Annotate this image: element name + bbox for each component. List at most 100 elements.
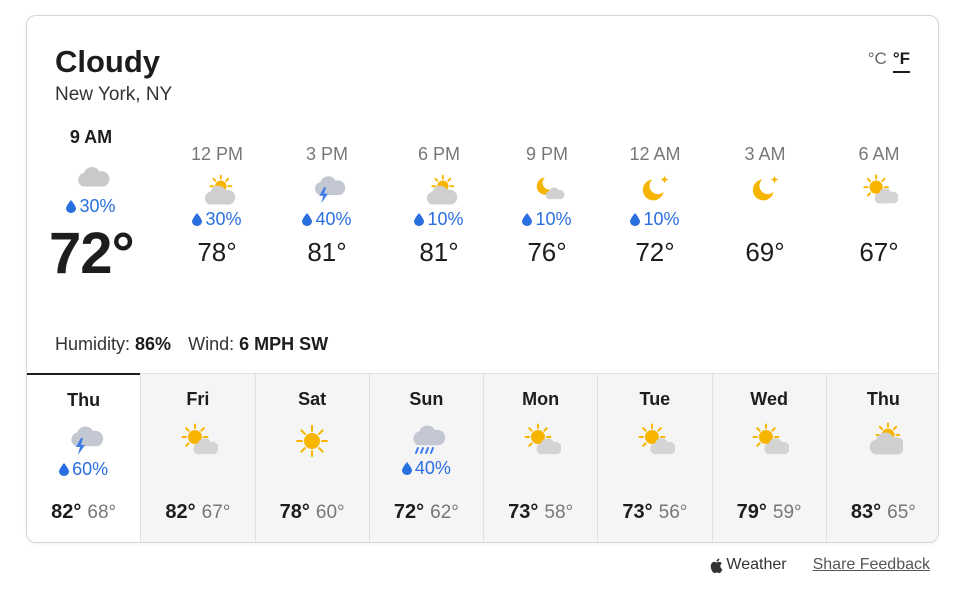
sun-icon <box>296 425 329 457</box>
precip-chance: 10% <box>391 209 487 231</box>
high-temp: 82° <box>51 501 82 523</box>
hour-temp: 81° <box>419 237 459 267</box>
sun-cloud-icon <box>524 423 561 455</box>
fahrenheit-toggle[interactable]: °F <box>892 49 910 73</box>
day-tab[interactable]: Fri 82° 67° <box>140 374 255 542</box>
high-temp: 72° <box>393 501 425 523</box>
high-low: 82° 68° <box>27 501 140 524</box>
footer: Weather Share Feedback <box>710 556 930 574</box>
humidity-value: 86% <box>135 334 172 354</box>
humidity-label: Humidity: <box>55 334 131 354</box>
day-name: Wed <box>750 389 788 409</box>
hour-time: 3 AM <box>744 144 786 164</box>
day-tab[interactable]: Mon 73° 58° <box>483 374 598 542</box>
hourly-item: 3 AM 69° <box>717 144 813 268</box>
day-tab[interactable]: Sun 40% 72° 62° <box>368 374 483 542</box>
moon-cloud-icon <box>536 177 565 200</box>
day-tab[interactable]: Tue 73° 56° <box>597 374 712 542</box>
day-name: Fri <box>186 389 210 409</box>
hour-temp: 76° <box>527 237 567 267</box>
precip-value: 10% <box>427 209 464 229</box>
partly-sunny-icon <box>426 174 458 205</box>
high-temp: 79° <box>736 501 767 523</box>
precip-chance: 10% <box>607 209 703 231</box>
sun-cloud-icon <box>638 423 675 455</box>
day-tab[interactable]: Thu 60% 82° 68° <box>27 373 141 542</box>
raindrop-icon <box>414 213 425 226</box>
precip-value: 40% <box>315 209 352 229</box>
wind-value: 6 MPH SW <box>239 334 329 354</box>
day-name: Thu <box>67 390 101 410</box>
precip-chance: 60% <box>27 459 140 481</box>
hour-time: 12 PM <box>190 144 244 164</box>
sun-cloud-icon <box>752 423 790 455</box>
location-label: New York, NY <box>55 84 173 105</box>
hour-temp: 72° <box>635 237 675 267</box>
precip-chance <box>256 458 369 480</box>
hour-temp: 69° <box>745 237 785 267</box>
hour-temp: 72° <box>49 221 135 286</box>
precip-chance <box>717 209 813 231</box>
thunderstorm-icon <box>70 426 103 455</box>
apple-logo-icon <box>711 557 723 573</box>
precip-chance: 40% <box>279 209 375 231</box>
weather-brand[interactable]: Weather <box>710 556 787 574</box>
low-temp: 56° <box>658 502 688 523</box>
day-name: Mon <box>522 389 560 409</box>
hourly-item: 9 PM 10% 76° <box>499 144 595 268</box>
day-tab[interactable]: Sat 78° 60° <box>254 374 369 542</box>
precip-chance: 40% <box>370 458 483 480</box>
day-tab[interactable]: Wed 79° 59° <box>711 374 826 542</box>
moon-star-icon <box>752 175 779 201</box>
precip-chance <box>141 458 254 480</box>
high-temp: 82° <box>165 501 196 523</box>
thunderstorm-icon <box>314 176 346 204</box>
hourly-item: 12 AM 10% 72° <box>607 144 703 268</box>
hour-time: 3 PM <box>305 144 348 164</box>
precip-value: 30% <box>205 209 242 229</box>
day-name: Tue <box>639 389 671 409</box>
low-temp: 67° <box>201 502 231 523</box>
high-temp: 78° <box>279 501 310 523</box>
weather-card: Cloudy New York, NY °C °F 9 AM 30% 72° 12 PM… <box>26 15 939 543</box>
daily-forecast: Thu 60% 82° 68° Fri 82° 67° Sat 78° 60° Sun 40% 72° 6… <box>27 373 938 542</box>
precip-value: 10% <box>535 209 572 229</box>
hour-time: 12 AM <box>629 144 681 164</box>
hourly-item: 9 AM 30% 72° <box>49 127 135 287</box>
brand-label: Weather <box>726 556 787 573</box>
precip-chance <box>713 458 826 480</box>
hour-time: 6 AM <box>858 144 900 164</box>
high-low: 73° 56° <box>598 501 711 524</box>
high-low: 82° 67° <box>141 501 254 524</box>
sun-cloud-icon <box>863 174 898 204</box>
precip-chance <box>484 458 597 480</box>
precip-chance: 30% <box>49 196 133 218</box>
day-tab[interactable]: Thu 83° 65° <box>825 374 938 542</box>
raindrop-icon <box>401 462 412 475</box>
hourly-item: 12 PM 30% 78° <box>169 144 265 268</box>
hour-time: 9 PM <box>525 144 568 164</box>
precip-chance: 30% <box>169 209 265 231</box>
high-low: 78° 60° <box>256 501 369 524</box>
precip-value: 60% <box>72 459 109 479</box>
share-feedback-link[interactable]: Share Feedback <box>813 556 930 574</box>
hour-temp: 78° <box>197 237 237 267</box>
hour-time: 9 AM <box>69 127 113 147</box>
cloud-icon <box>78 167 110 187</box>
day-name: Thu <box>866 389 900 409</box>
precip-chance <box>598 458 711 480</box>
hourly-item: 6 AM 67° <box>831 144 927 268</box>
unit-toggle: °C °F <box>868 49 910 73</box>
precip-chance: 10% <box>499 209 595 231</box>
high-low: 83° 65° <box>827 501 938 524</box>
celsius-toggle[interactable]: °C <box>868 49 887 69</box>
high-temp: 73° <box>622 501 653 523</box>
high-low: 73° 58° <box>484 501 597 524</box>
raindrop-icon <box>66 200 77 213</box>
low-temp: 58° <box>544 502 574 523</box>
precip-value: 40% <box>414 458 451 478</box>
precip-chance <box>831 209 927 231</box>
partly-sunny-icon <box>204 174 236 205</box>
hour-temp: 67° <box>859 237 899 267</box>
precip-chance <box>827 458 938 480</box>
